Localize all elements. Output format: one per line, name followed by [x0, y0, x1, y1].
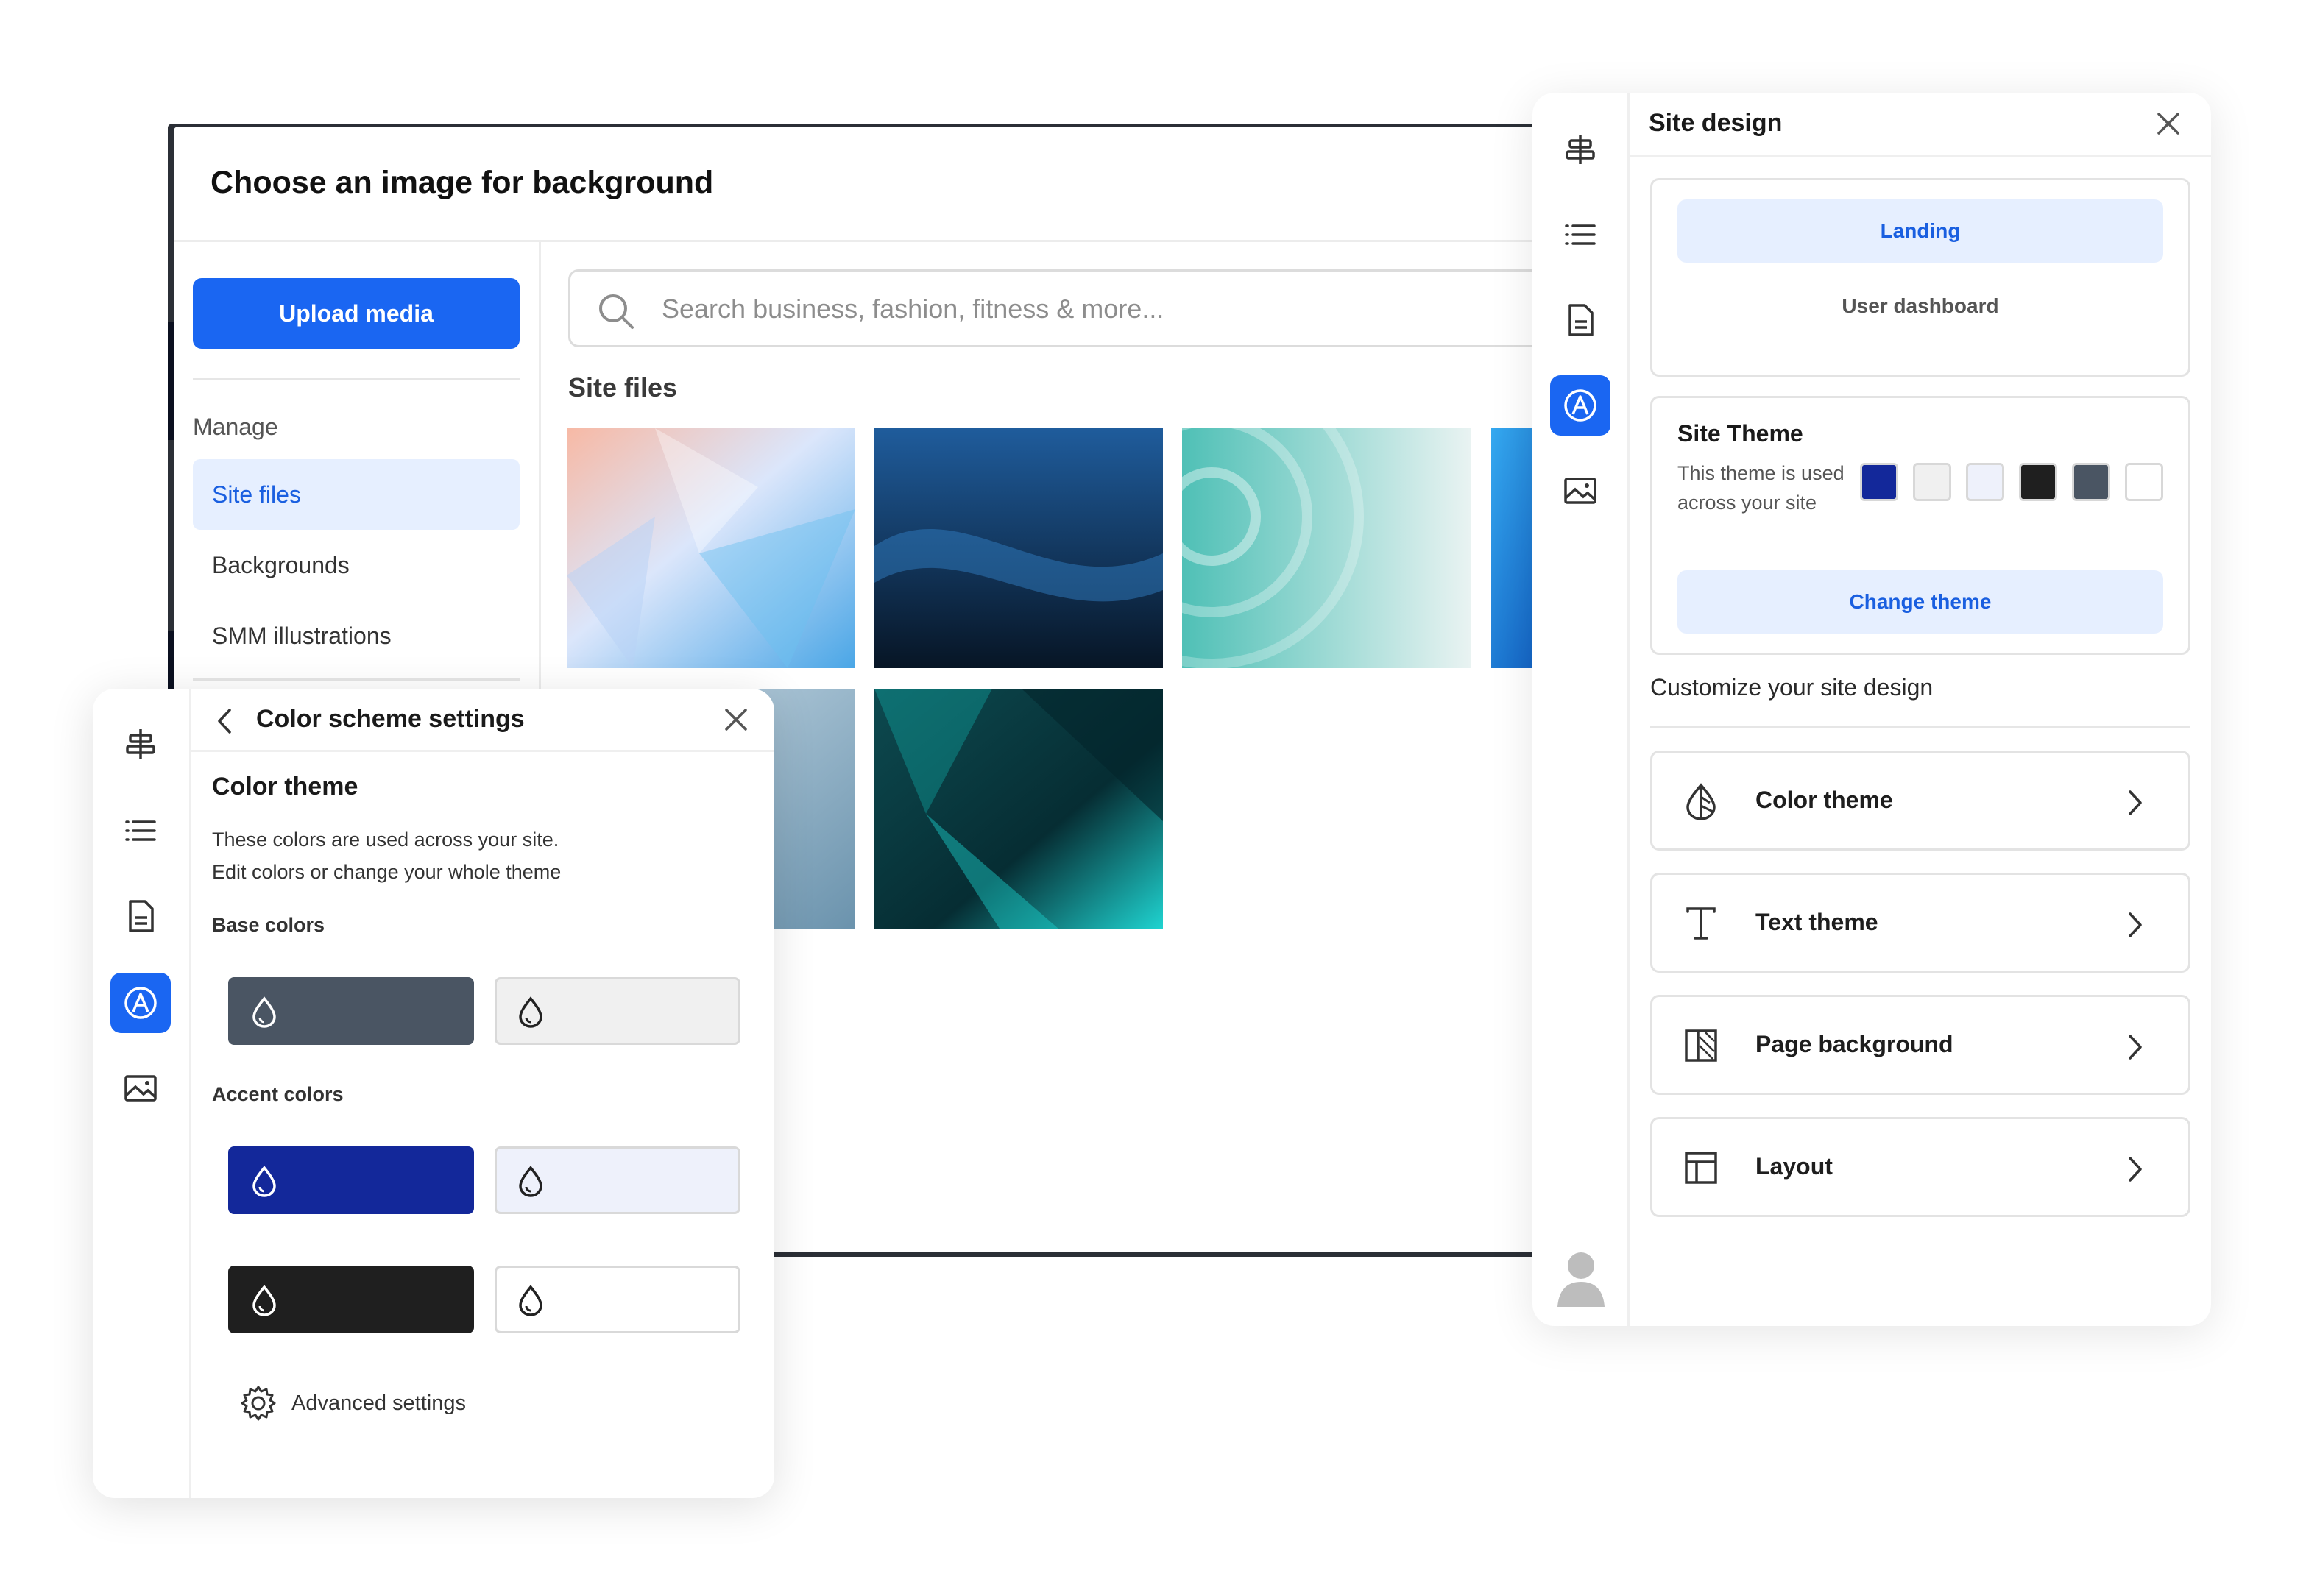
- sidebar-rail: [93, 689, 191, 1498]
- list-icon[interactable]: [1550, 205, 1610, 265]
- image-thumbnail[interactable]: [567, 428, 855, 668]
- drop-icon: [250, 996, 279, 1029]
- image-icon[interactable]: [110, 1058, 171, 1118]
- theme-swatch: [1913, 463, 1951, 501]
- design-icon[interactable]: [110, 973, 171, 1033]
- close-icon[interactable]: [2155, 110, 2182, 137]
- customize-label: Customize your site design: [1650, 674, 1934, 701]
- modal-title: Choose an image for background: [211, 165, 714, 200]
- accent-color-button[interactable]: [495, 1266, 740, 1333]
- drop-icon: [250, 1284, 279, 1318]
- avatar[interactable]: [1555, 1248, 1608, 1307]
- theme-swatch: [2019, 463, 2057, 501]
- chevron-right-icon: [2126, 910, 2144, 940]
- text-icon: [1683, 904, 1719, 943]
- divider: [193, 678, 520, 681]
- image-thumbnail[interactable]: [874, 689, 1163, 929]
- close-icon[interactable]: [723, 706, 749, 733]
- theme-swatch: [2072, 463, 2110, 501]
- chevron-right-icon: [2126, 788, 2144, 817]
- chevron-right-icon: [2126, 1155, 2144, 1184]
- color-scheme-panel: Color scheme settings Color theme These …: [93, 689, 774, 1498]
- site-theme-title: Site Theme: [1677, 420, 1803, 447]
- color-theme-description: Edit colors or change your whole theme: [212, 861, 562, 883]
- nav-item-smm-illustrations[interactable]: SMM illustrations: [193, 600, 520, 671]
- site-theme-description: This theme is used across your site: [1677, 462, 1845, 514]
- option-label: Color theme: [1755, 787, 1893, 813]
- page-icon[interactable]: [1550, 290, 1610, 350]
- option-label: Page background: [1755, 1031, 1953, 1057]
- section-title: Site files: [568, 372, 678, 402]
- layout-option[interactable]: Layout: [1650, 1117, 2190, 1217]
- search-input[interactable]: Search business, fashion, fitness & more…: [568, 269, 1572, 347]
- panel-title: Site design: [1649, 109, 1783, 137]
- chevron-right-icon: [2126, 1032, 2144, 1062]
- drop-icon: [516, 1165, 545, 1199]
- upload-media-button[interactable]: Upload media: [193, 278, 520, 349]
- search-placeholder: Search business, fashion, fitness & more…: [662, 294, 1164, 324]
- color-theme-option[interactable]: Color theme: [1650, 751, 2190, 851]
- align-icon[interactable]: [110, 714, 171, 774]
- sidebar-rail: [1532, 93, 1630, 1326]
- nav-item-site-files[interactable]: Site files: [193, 459, 520, 530]
- design-icon[interactable]: [1550, 375, 1610, 436]
- list-icon[interactable]: [110, 801, 171, 861]
- user-dashboard-button[interactable]: User dashboard: [1677, 274, 2163, 338]
- option-label: Layout: [1755, 1153, 1833, 1180]
- nav-item-backgrounds[interactable]: Backgrounds: [193, 530, 520, 600]
- base-colors-label: Base colors: [212, 914, 325, 936]
- panel-title: Color scheme settings: [256, 705, 525, 733]
- option-label: Text theme: [1755, 909, 1878, 935]
- panel-header: Color scheme settings: [191, 689, 774, 752]
- color-theme-description: These colors are used across your site.: [212, 829, 559, 851]
- advanced-settings-link[interactable]: Advanced settings: [240, 1385, 466, 1422]
- drop-icon: [516, 996, 545, 1029]
- accent-color-button[interactable]: [228, 1266, 474, 1333]
- drop-icon: [516, 1284, 545, 1318]
- divider: [174, 240, 1572, 242]
- image-icon[interactable]: [1550, 461, 1610, 521]
- accent-color-button[interactable]: [228, 1146, 474, 1214]
- base-color-button[interactable]: [228, 977, 474, 1045]
- accent-color-button[interactable]: [495, 1146, 740, 1214]
- site-design-panel: Site design Landing User dashboard Site …: [1532, 93, 2211, 1326]
- color-theme-heading: Color theme: [212, 773, 358, 801]
- search-icon: [595, 291, 637, 332]
- base-color-button[interactable]: [495, 977, 740, 1045]
- gear-icon: [240, 1385, 277, 1422]
- panel-header: Site design: [1630, 93, 2211, 157]
- accent-colors-label: Accent colors: [212, 1083, 344, 1105]
- advanced-settings-label: Advanced settings: [291, 1391, 466, 1415]
- manage-label: Manage: [193, 414, 278, 440]
- page-selector-card: Landing User dashboard: [1650, 178, 2190, 377]
- chevron-left-icon[interactable]: [213, 706, 236, 736]
- page-background-option[interactable]: Page background: [1650, 995, 2190, 1095]
- divider: [1650, 726, 2190, 728]
- color-drop-icon: [1683, 782, 1719, 820]
- theme-swatch: [1860, 463, 1898, 501]
- image-thumbnail[interactable]: [1182, 428, 1471, 668]
- text-theme-option[interactable]: Text theme: [1650, 873, 2190, 973]
- site-theme-card: Site Theme This theme is used across you…: [1650, 396, 2190, 655]
- theme-swatch: [1966, 463, 2004, 501]
- page-background-icon: [1683, 1026, 1719, 1065]
- drop-icon: [250, 1165, 279, 1199]
- change-theme-button[interactable]: Change theme: [1677, 570, 2163, 634]
- divider: [193, 378, 520, 380]
- align-icon[interactable]: [1550, 119, 1610, 180]
- image-thumbnail[interactable]: [874, 428, 1163, 668]
- theme-swatch: [2125, 463, 2163, 501]
- layout-icon: [1683, 1149, 1719, 1187]
- landing-page-button[interactable]: Landing: [1677, 199, 2163, 263]
- page-icon[interactable]: [110, 886, 171, 946]
